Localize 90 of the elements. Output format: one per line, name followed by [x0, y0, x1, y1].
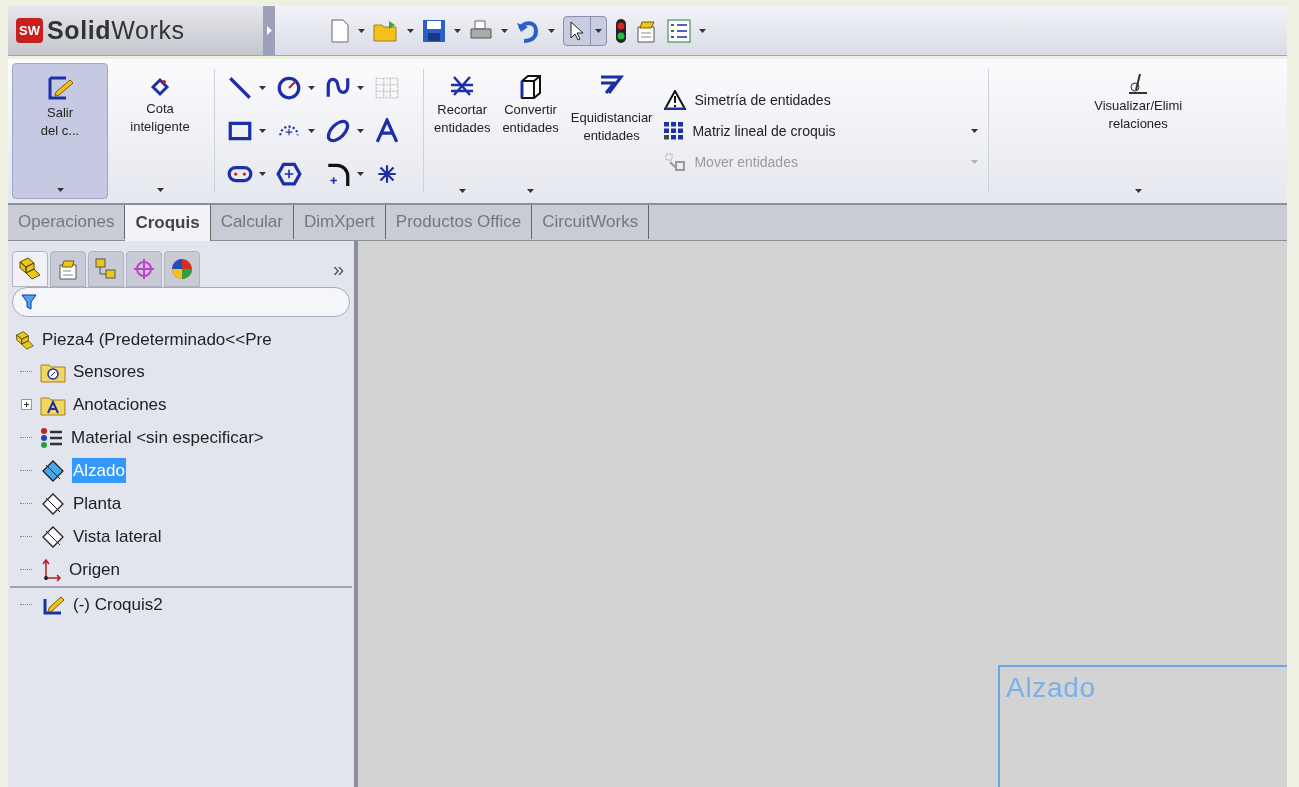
tab[interactable]: Croquis — [125, 205, 211, 241]
dropdown-caret-icon[interactable] — [259, 129, 266, 133]
cursor-arrow-icon — [570, 20, 584, 41]
ribbon-button[interactable]: Cota inteligente — [112, 63, 208, 199]
button-label: Salir — [47, 104, 73, 122]
checklist-icon[interactable] — [667, 18, 691, 43]
ribbon-button[interactable]: Convertir entidades — [496, 59, 565, 203]
more-tabs-button[interactable]: » — [332, 254, 344, 284]
dropdown-caret-icon[interactable] — [454, 28, 461, 33]
plane-icon — [40, 458, 66, 483]
line-icon[interactable] — [227, 75, 253, 102]
part-blocks-icon — [17, 256, 43, 282]
crosshair-icon — [132, 257, 156, 281]
dropdown-caret-icon[interactable] — [358, 28, 365, 33]
grid-dots-icon — [664, 122, 685, 140]
button-label: entidades — [434, 119, 491, 137]
dropdown-caret-icon[interactable] — [971, 129, 979, 133]
dropdown-caret-icon[interactable] — [458, 189, 466, 193]
circle-icon[interactable] — [276, 75, 302, 102]
dropdown-caret-icon[interactable] — [527, 189, 535, 193]
tree-root-label[interactable]: Pieza4 (Predeterminado<<Pre — [42, 327, 272, 353]
property-sheet-icon — [56, 257, 80, 281]
tree-item[interactable]: Planta — [8, 487, 354, 520]
material-list-icon — [40, 426, 64, 449]
dropdown-caret-icon[interactable] — [357, 86, 364, 91]
panel-tab[interactable] — [12, 251, 48, 287]
plus-icon — [21, 400, 31, 409]
tree-item[interactable]: (-) Croquis2 — [8, 588, 354, 621]
dropdown-caret-icon[interactable] — [308, 86, 315, 91]
tree-item[interactable]: Anotaciones — [8, 388, 354, 421]
button-label: Recortar — [437, 101, 488, 119]
logo-badge: SW — [16, 17, 43, 44]
dropdown-caret-icon[interactable] — [156, 188, 164, 192]
ribbon-button[interactable]: Visualizar/Elimi relaciones — [989, 59, 1287, 203]
polygon-icon[interactable] — [276, 160, 302, 187]
tree-item[interactable]: Sensores — [8, 355, 354, 388]
button-label: Convertir — [504, 101, 557, 119]
tree-item[interactable]: Material <sin especificar> — [8, 421, 354, 454]
button-label: inteligente — [130, 118, 190, 136]
dropdown-caret-icon[interactable] — [259, 86, 266, 91]
select-button[interactable] — [563, 15, 607, 46]
ribbon-list-item[interactable]: Matriz lineal de croquis — [664, 120, 979, 142]
button-label: Equidistanciar — [570, 109, 653, 127]
button-label: Cota — [146, 100, 174, 118]
plane-icon — [40, 491, 66, 516]
tree-item[interactable]: Vista lateral — [8, 520, 354, 553]
panel-tab[interactable] — [50, 251, 86, 287]
button-label: relaciones — [1108, 115, 1168, 133]
ribbon-button[interactable]: Recortar entidades — [428, 59, 497, 203]
plane-label: Alzado — [1006, 672, 1096, 703]
folder-icon[interactable] — [373, 18, 399, 43]
save-icon[interactable] — [422, 18, 446, 43]
configuration-tree-icon — [94, 257, 118, 281]
panel-tab[interactable] — [164, 251, 200, 287]
dropdown-caret-icon[interactable] — [595, 28, 602, 33]
printer-icon[interactable] — [469, 19, 493, 42]
ribbon-button[interactable]: Salir del c... — [12, 63, 108, 199]
warning-triangle-icon — [664, 90, 687, 110]
button-label: entidades — [583, 127, 640, 145]
dropdown-caret-icon[interactable] — [357, 129, 364, 133]
color-ball-icon — [170, 257, 194, 281]
dropdown-caret-icon[interactable] — [501, 28, 508, 33]
dropdown-caret-icon[interactable] — [308, 129, 315, 133]
button-label: entidades — [502, 119, 559, 137]
filter-funnel-icon — [21, 294, 37, 310]
undo-icon[interactable] — [516, 18, 540, 43]
filter-field[interactable] — [12, 287, 350, 317]
traffic-light-icon[interactable] — [615, 17, 627, 44]
tree-item[interactable]: Origen — [8, 553, 354, 586]
text-letter-icon[interactable] — [374, 118, 400, 144]
ribbon-button[interactable]: Equidistanciar entidades — [564, 59, 659, 203]
expand-toggle[interactable] — [20, 399, 32, 410]
dropdown-caret-icon[interactable] — [548, 28, 555, 33]
caret-right-icon — [266, 26, 272, 35]
dropdown-caret-icon[interactable] — [56, 188, 64, 192]
dropdown-caret-icon[interactable] — [357, 171, 364, 176]
button-label: Visualizar/Elimi — [1094, 97, 1183, 115]
ellipse-icon[interactable] — [325, 118, 351, 144]
dropdown-caret-icon[interactable] — [259, 171, 266, 176]
plane-icon — [40, 524, 66, 549]
part-blocks-icon — [14, 330, 36, 350]
menu-expand-button[interactable] — [263, 6, 275, 55]
origin-axes-icon — [40, 557, 62, 582]
dropdown-caret-icon[interactable] — [407, 28, 414, 33]
dropdown-caret-icon[interactable] — [1134, 189, 1142, 193]
dropdown-caret-icon[interactable] — [699, 28, 706, 33]
app-title: SolidWorks — [46, 14, 185, 46]
ribbon-list-item[interactable]: Simetría de entidades — [664, 89, 979, 111]
button-label: del c... — [40, 122, 80, 140]
move-icon — [664, 152, 687, 172]
